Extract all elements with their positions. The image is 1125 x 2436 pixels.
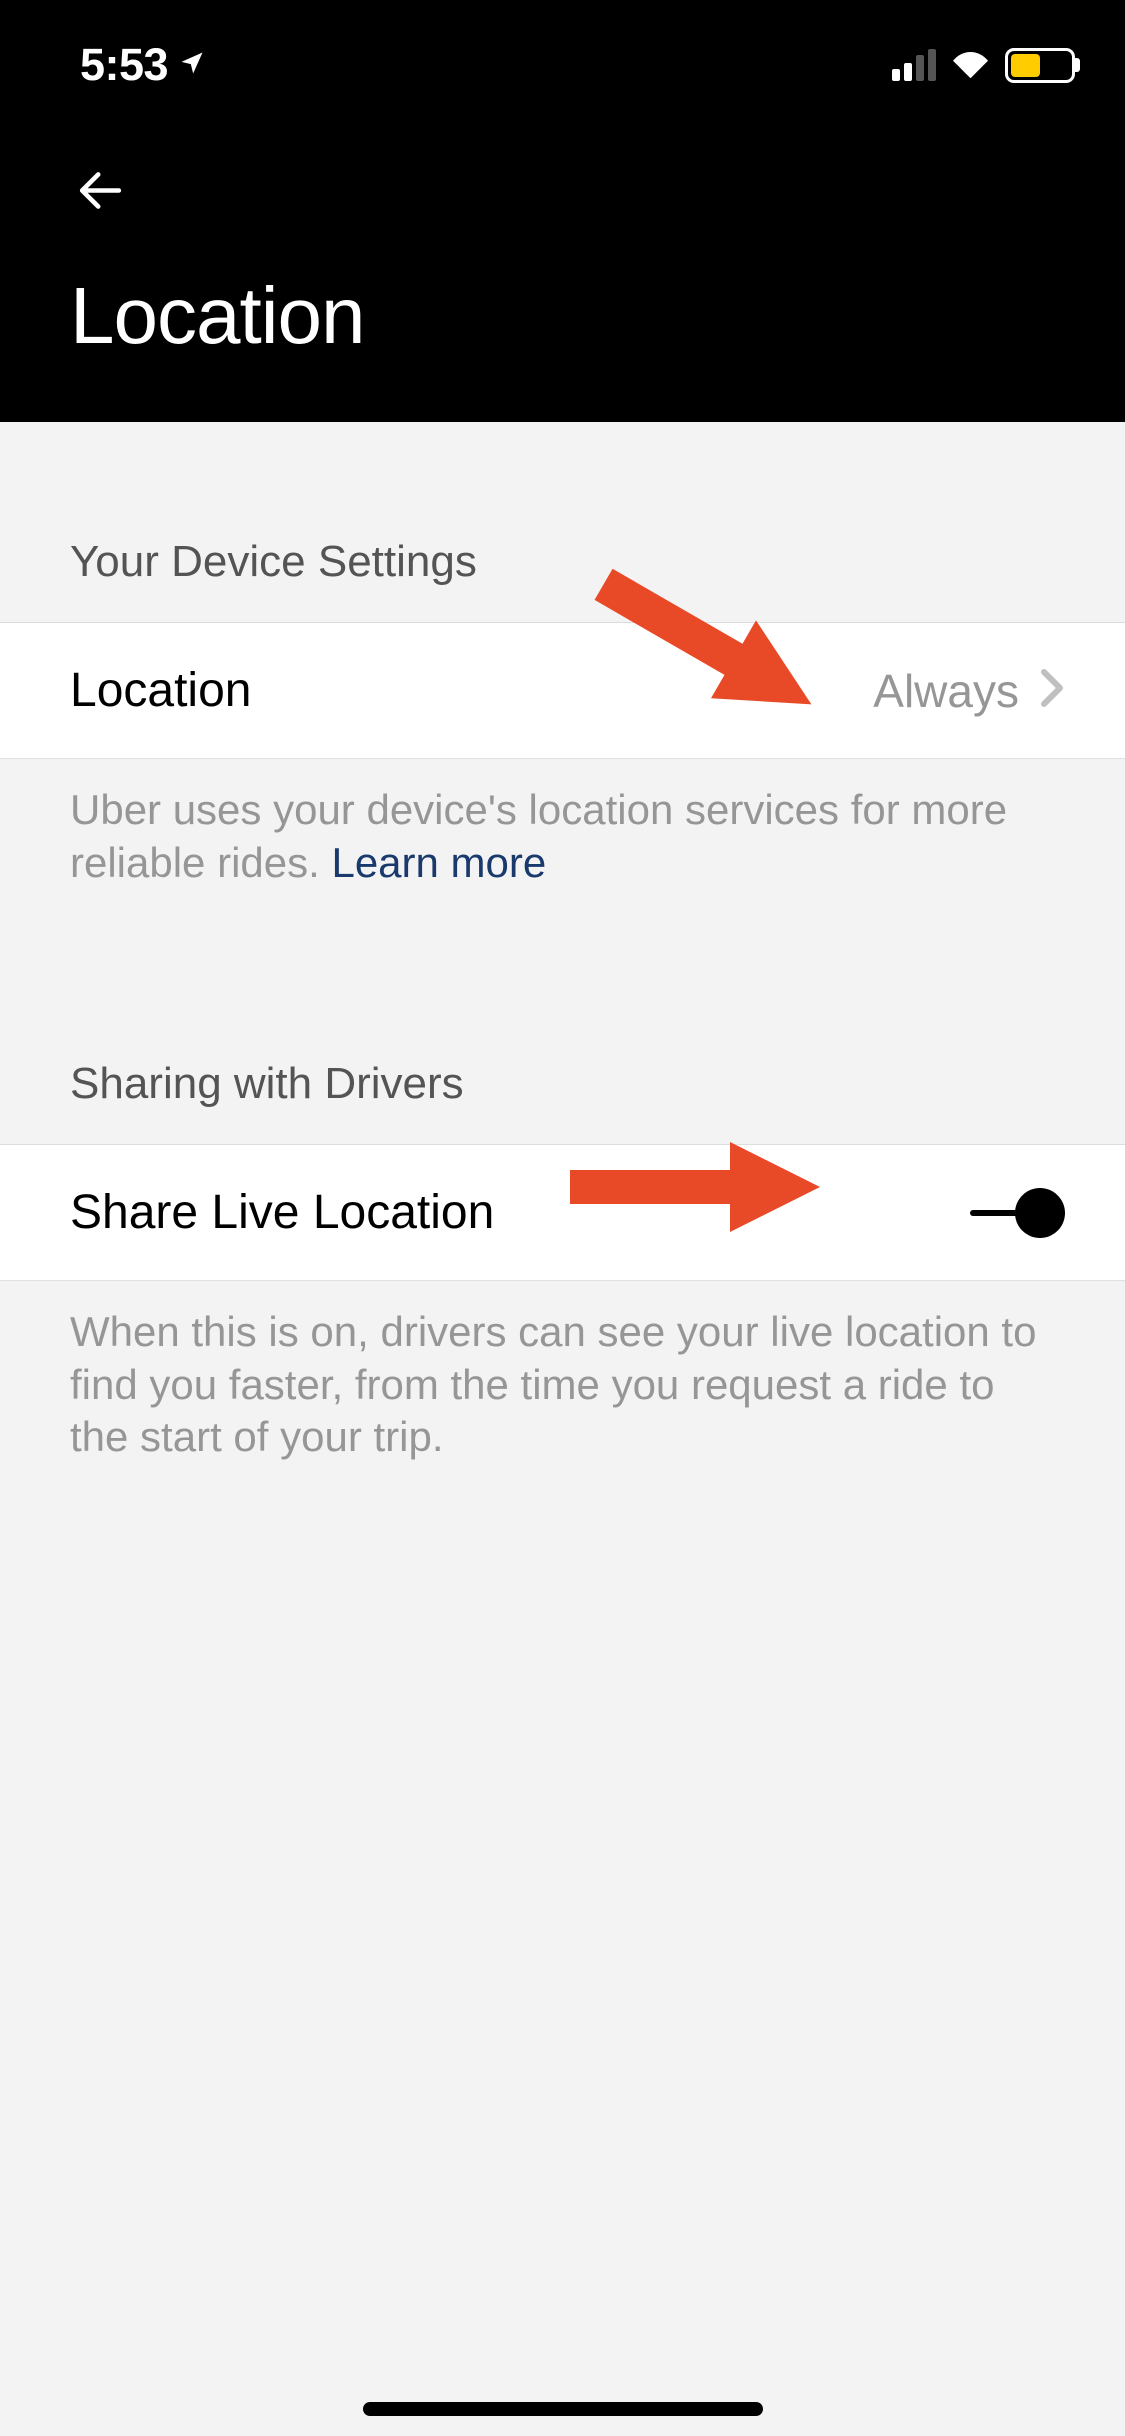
section-header-sharing: Sharing with Drivers [0, 999, 1125, 1145]
back-button[interactable] [70, 160, 130, 220]
location-row-right: Always [873, 664, 1065, 718]
share-description: When this is on, drivers can see your li… [0, 1281, 1125, 1494]
status-left: 5:53 [80, 39, 206, 91]
home-indicator[interactable] [363, 2402, 763, 2416]
location-description: Uber uses your device's location service… [0, 759, 1125, 999]
share-live-location-label: Share Live Location [70, 1185, 494, 1240]
battery-icon [1005, 48, 1075, 83]
location-row-label: Location [70, 663, 251, 718]
arrow-left-icon [73, 163, 128, 218]
learn-more-link[interactable]: Learn more [331, 839, 546, 886]
chevron-right-icon [1039, 668, 1065, 713]
status-bar: 5:53 [0, 0, 1125, 130]
location-row-value: Always [873, 664, 1019, 718]
toggle-knob [1015, 1188, 1065, 1238]
location-services-icon [178, 49, 206, 82]
cellular-signal-icon [892, 49, 936, 81]
header: Location [0, 130, 1125, 422]
wifi-icon [948, 45, 993, 85]
page-title: Location [70, 270, 1055, 362]
status-time: 5:53 [80, 39, 168, 91]
status-right [892, 45, 1075, 85]
section-header-device: Your Device Settings [0, 422, 1125, 623]
location-row[interactable]: Location Always [0, 623, 1125, 759]
share-live-location-row[interactable]: Share Live Location [0, 1145, 1125, 1281]
share-live-location-toggle[interactable] [970, 1188, 1065, 1238]
